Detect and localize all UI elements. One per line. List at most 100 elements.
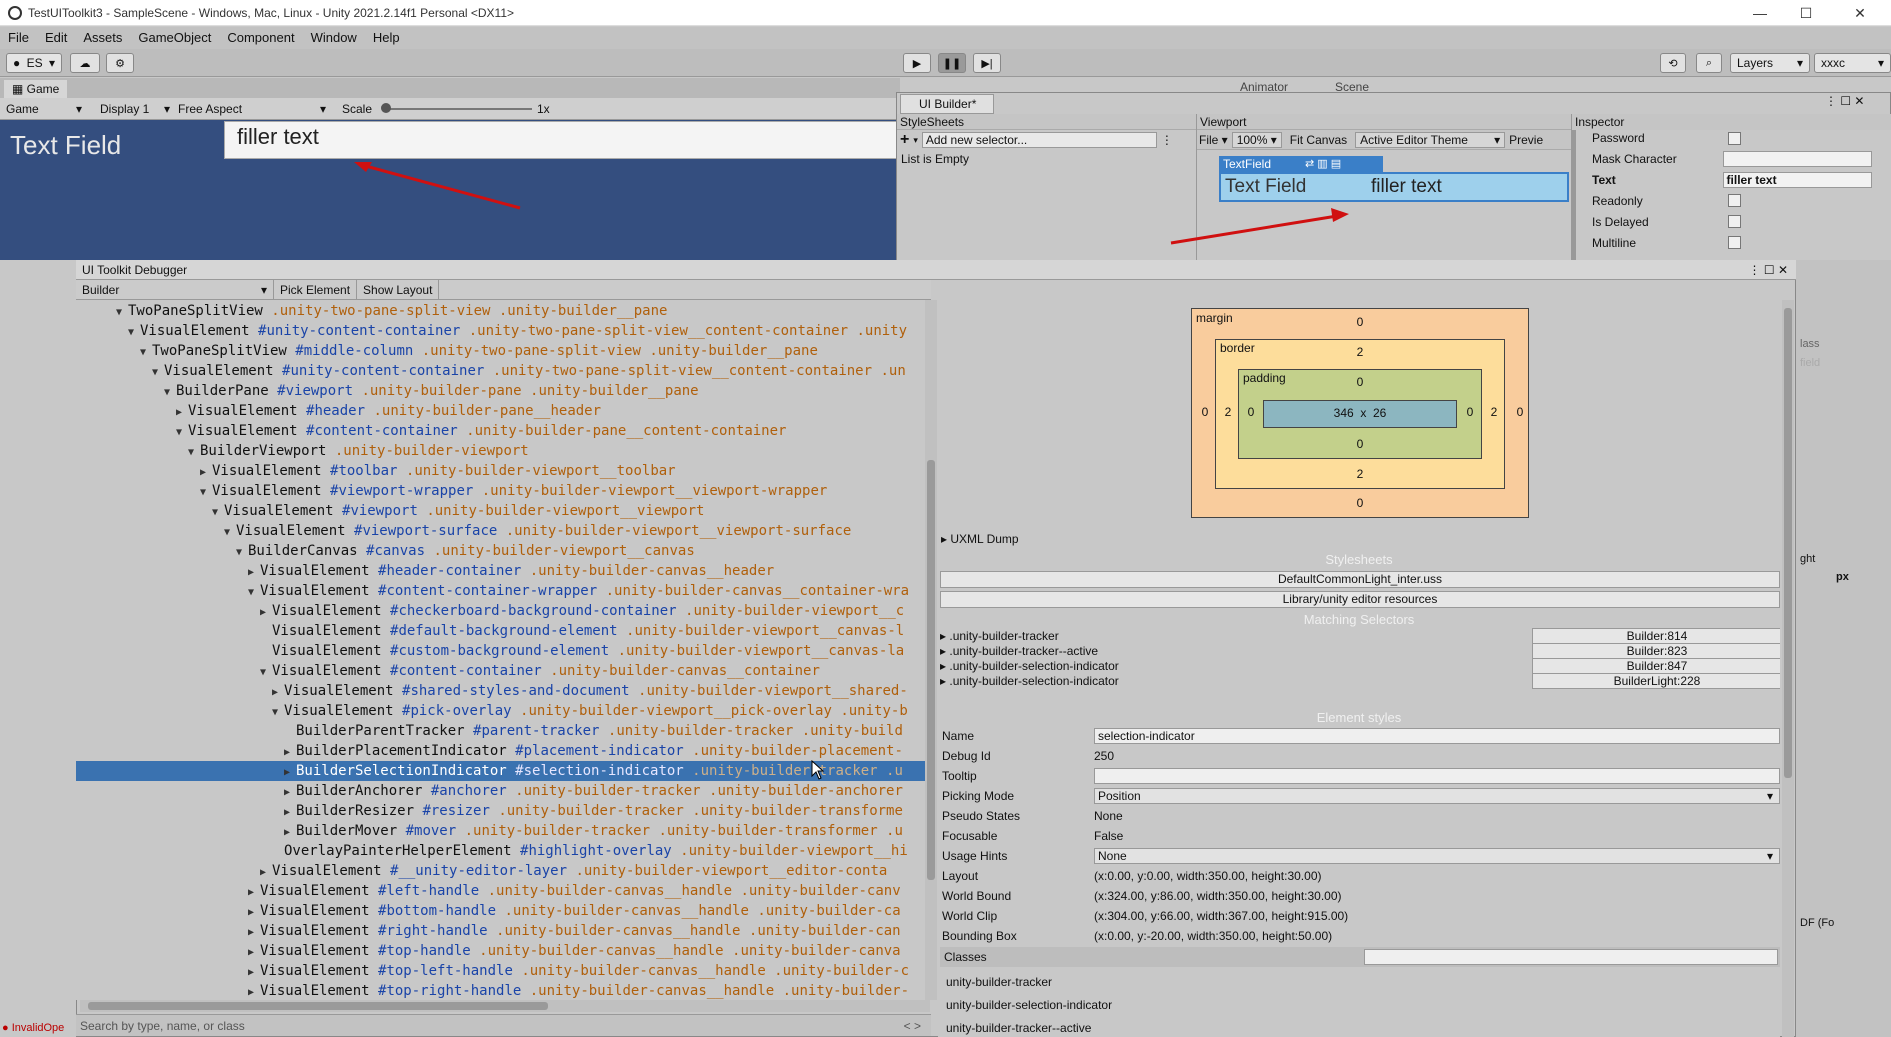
cloud-button[interactable]: ☁ <box>70 53 100 73</box>
details-scroll-thumb[interactable] <box>1784 308 1792 778</box>
play-button[interactable]: ▶ <box>903 53 931 73</box>
tree-node[interactable]: ▶ BuilderResizer #resizer .unity-builder-… <box>76 801 926 821</box>
tree-node[interactable]: ▶ VisualElement #header .unity-builder-pa… <box>76 401 926 421</box>
selector-source[interactable]: BuilderLight:228 <box>1532 673 1780 689</box>
debugger-window-controls[interactable]: ⋮ ☐ ✕ <box>1749 260 1788 280</box>
chevron-right-icon[interactable]: ▶ <box>248 963 260 983</box>
chevron-right-icon[interactable]: ▶ <box>272 683 284 703</box>
tree-node[interactable]: OverlayPainterHelperElement #highlight-o… <box>76 841 926 861</box>
tooltip-input[interactable] <box>1094 768 1780 784</box>
textfield-tag-icons[interactable]: ⇄ ▥ ▤ <box>1299 156 1383 172</box>
chevron-down-icon[interactable]: ▾ <box>913 135 918 146</box>
tree-horizontal-scroll-thumb[interactable] <box>88 1002 548 1010</box>
file-menu[interactable]: File ▾ <box>1199 133 1228 147</box>
tree-vertical-scroll-thumb[interactable] <box>927 460 935 880</box>
tree-vertical-scrollbar[interactable] <box>925 300 937 1000</box>
panel-dropdown[interactable]: Builder ▾ <box>76 279 274 300</box>
tree-node[interactable]: ▶ BuilderSelectionIndicator #selection-in… <box>76 761 926 781</box>
tree-node[interactable]: ▼ VisualElement #viewport .unity-builder-… <box>76 501 926 521</box>
tree-node[interactable]: ▼ VisualElement #viewport-wrapper .unity-… <box>76 481 926 501</box>
tree-search-input[interactable]: Search by type, name, or class < > <box>76 1014 931 1036</box>
picking-mode-dropdown[interactable]: Position ▾ <box>1094 788 1780 804</box>
uxml-dump-toggle[interactable]: ▸ UXML Dump <box>941 532 1019 546</box>
canvas-text-field[interactable]: Text Field filler text <box>1219 172 1569 202</box>
tree-node[interactable]: ▶ VisualElement #top-left-handle .unity-b… <box>76 961 926 981</box>
tree-node[interactable]: ▼ VisualElement #pick-overlay .unity-buil… <box>76 701 926 721</box>
maximize-icon[interactable]: ☐ <box>1786 2 1826 24</box>
scale-slider-handle[interactable] <box>381 103 391 113</box>
menu-edit[interactable]: Edit <box>37 27 75 49</box>
mask-character-field[interactable] <box>1722 150 1872 167</box>
chevron-down-icon[interactable]: ▼ <box>224 523 236 543</box>
menu-gameobject[interactable]: GameObject <box>130 27 219 49</box>
selector-source[interactable]: Builder:847 <box>1532 658 1780 674</box>
game-mode-dropdown[interactable]: Game ▾ <box>0 100 88 118</box>
menu-component[interactable]: Component <box>219 27 302 49</box>
multiline-checkbox[interactable] <box>1728 236 1741 249</box>
tree-node[interactable]: ▶ VisualElement #bottom-handle .unity-bui… <box>76 901 926 921</box>
chevron-down-icon[interactable]: ▼ <box>176 423 188 443</box>
chevron-right-icon[interactable]: ▶ <box>284 803 296 823</box>
tree-node[interactable]: ▼ BuilderCanvas #canvas .unity-builder-vi… <box>76 541 926 561</box>
tree-node[interactable]: ▼ BuilderPane #viewport .unity-builder-pa… <box>76 381 926 401</box>
chevron-down-icon[interactable]: ▼ <box>200 483 212 503</box>
game-text-field-input[interactable]: filler text <box>224 121 900 159</box>
more-icon[interactable]: ⋮ <box>1161 133 1173 147</box>
chevron-right-icon[interactable]: ▶ <box>260 863 272 883</box>
tree-node[interactable]: ▼ VisualElement #unity-content-container … <box>76 361 926 381</box>
fit-canvas-button[interactable]: Fit Canvas <box>1286 133 1351 147</box>
chevron-right-icon[interactable]: ▶ <box>248 903 260 923</box>
menu-window[interactable]: Window <box>303 27 365 49</box>
tree-node[interactable]: ▼ TwoPaneSplitView .unity-two-pane-split-… <box>76 301 926 321</box>
tree-node[interactable]: ▶ VisualElement #left-handle .unity-build… <box>76 881 926 901</box>
tree-node[interactable]: ▶ VisualElement #top-right-handle .unity-… <box>76 981 926 1000</box>
tab-game[interactable]: ▦ Game <box>4 80 68 98</box>
tab-ui-builder[interactable]: UI Builder* <box>900 94 994 114</box>
menu-help[interactable]: Help <box>365 27 408 49</box>
search-nav-icons[interactable]: < > <box>904 1015 921 1037</box>
chevron-right-icon[interactable]: ▶ <box>284 823 296 843</box>
tree-node[interactable]: ▼ BuilderViewport .unity-builder-viewport <box>76 441 926 461</box>
display-dropdown[interactable]: Display 1 ▾ <box>94 100 176 118</box>
menu-assets[interactable]: Assets <box>75 27 130 49</box>
history-button[interactable]: ⟲ <box>1660 53 1686 73</box>
tree-node[interactable]: ▼ VisualElement #content-container .unity… <box>76 421 926 441</box>
chevron-down-icon[interactable]: ▼ <box>116 303 128 323</box>
search-button[interactable]: ⌕ <box>1696 53 1722 73</box>
tree-horizontal-scrollbar[interactable] <box>80 1000 930 1012</box>
chevron-right-icon[interactable]: ▶ <box>176 403 188 423</box>
chevron-down-icon[interactable]: ▼ <box>128 323 140 343</box>
matching-selector-row[interactable]: ▸ .unity-builder-selection-indicator <box>940 672 1119 690</box>
chevron-right-icon[interactable]: ▶ <box>200 463 212 483</box>
tree-node[interactable]: ▼ VisualElement #viewport-surface .unity-… <box>76 521 926 541</box>
tree-node[interactable]: ▶ BuilderPlacementIndicator #placement-in… <box>76 741 926 761</box>
pick-element-button[interactable]: Pick Element <box>274 279 358 300</box>
tree-node[interactable]: BuilderParentTracker #parent-tracker .un… <box>76 721 926 741</box>
show-layout-toggle[interactable]: Show Layout <box>357 279 440 300</box>
tree-node[interactable]: ▼ VisualElement #content-container-wrappe… <box>76 581 926 601</box>
aspect-dropdown[interactable]: Free Aspect ▾ <box>172 100 332 118</box>
chevron-right-icon[interactable]: ▶ <box>284 783 296 803</box>
chevron-down-icon[interactable]: ▼ <box>260 663 272 683</box>
status-error[interactable]: ● InvalidOpe <box>0 1022 76 1037</box>
stylesheet-row[interactable]: DefaultCommonLight_inter.uss <box>940 571 1780 588</box>
tree-node[interactable]: ▼ VisualElement #content-container .unity… <box>76 661 926 681</box>
chevron-right-icon[interactable]: ▶ <box>284 763 296 783</box>
textfield-tag[interactable]: TextField <box>1219 156 1299 172</box>
chevron-right-icon[interactable]: ▶ <box>260 603 272 623</box>
tree-node[interactable]: ▶ VisualElement #toolbar .unity-builder-v… <box>76 461 926 481</box>
chevron-down-icon[interactable]: ▼ <box>164 383 176 403</box>
selector-source[interactable]: Builder:814 <box>1532 628 1780 644</box>
tree-node[interactable]: ▶ BuilderAnchorer #anchorer .unity-builde… <box>76 781 926 801</box>
close-icon[interactable]: ✕ <box>1840 2 1880 24</box>
theme-dropdown[interactable]: Active Editor Theme ▾ <box>1355 131 1506 148</box>
name-input[interactable]: selection-indicator <box>1094 728 1780 744</box>
builder-window-controls[interactable]: ⋮ ☐ ✕ <box>1825 94 1864 108</box>
chevron-down-icon[interactable]: ▼ <box>236 543 248 563</box>
chevron-right-icon[interactable]: ▶ <box>248 563 260 583</box>
password-checkbox[interactable] <box>1728 131 1741 145</box>
add-selector-input[interactable]: Add new selector... <box>921 132 1157 148</box>
tree-node[interactable]: ▶ VisualElement #shared-styles-and-docume… <box>76 681 926 701</box>
tree-node[interactable]: ▶ VisualElement #header-container .unity-… <box>76 561 926 581</box>
readonly-checkbox[interactable] <box>1728 194 1741 207</box>
